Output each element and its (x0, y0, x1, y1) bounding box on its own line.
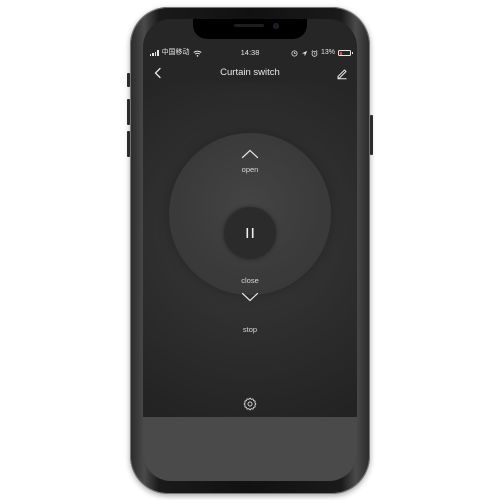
open-label: open (241, 165, 259, 174)
battery-terminal (351, 52, 353, 54)
volume-down-button (127, 131, 130, 157)
open-button[interactable]: open (214, 141, 286, 183)
pause-button[interactable] (224, 207, 276, 259)
status-bar: 中国移动 14:38 13% (143, 47, 357, 59)
stop-button[interactable]: stop (225, 321, 275, 339)
nav-bar: Curtain switch (143, 63, 357, 83)
volume-up-button (127, 99, 130, 125)
front-camera (273, 23, 279, 29)
phone-screen: 中国移动 14:38 13% Curtain switch open close… (143, 19, 357, 481)
mute-switch (127, 73, 130, 87)
page-title: Curtain switch (220, 67, 280, 78)
notch (193, 19, 307, 39)
location-icon (301, 50, 308, 56)
chevron-up-icon (241, 149, 259, 159)
status-right: 13% (291, 47, 353, 59)
bottom-panel (143, 417, 357, 481)
speaker-grille (234, 24, 264, 27)
battery-level-fill (339, 51, 342, 55)
close-label: close (241, 276, 259, 285)
curtain-control-area: open close stop more (143, 83, 357, 423)
chevron-down-icon (241, 292, 259, 302)
stop-label: stop (242, 325, 258, 334)
power-button (370, 115, 373, 155)
alarm-clock-icon (311, 49, 318, 57)
close-button[interactable]: close (214, 275, 286, 311)
pencil-icon[interactable] (335, 66, 349, 80)
screen-lock-icon (291, 49, 298, 57)
gear-icon (243, 397, 257, 411)
battery-icon (338, 50, 353, 56)
battery-percentage: 13% (320, 49, 335, 56)
pause-icon (246, 228, 254, 238)
